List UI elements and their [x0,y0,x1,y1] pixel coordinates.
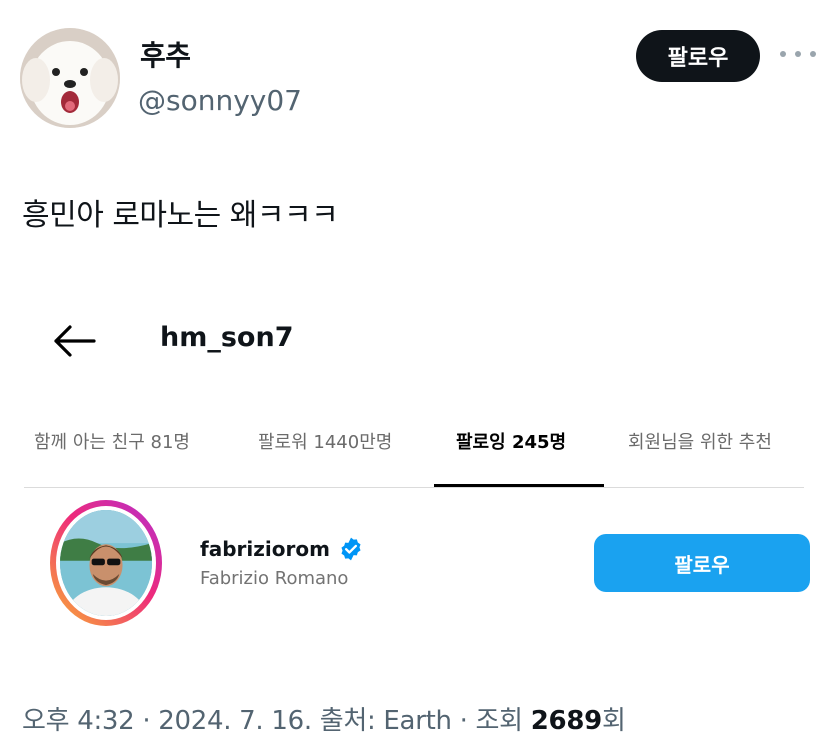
tab-suggested: 회원님을 위한 추천 [628,432,772,453]
follow-button[interactable]: 팔로우 [636,30,760,82]
timestamp-source: 오후 4:32 · 2024. 7. 16. 출처: Earth · 조회 [22,706,531,736]
story-ring [50,500,162,626]
account-follow-button[interactable]: 팔로우 [594,534,810,592]
embedded-profile-title: hm_son7 [160,322,294,353]
tab-followers: 팔로워 1440만명 [258,432,393,453]
arrow-left-icon [54,325,96,357]
embedded-screenshot[interactable]: hm_son7 함께 아는 친구 81명 팔로워 1440만명 팔로잉 245명… [24,300,814,670]
account-username[interactable]: fabriziorom [200,536,364,562]
tweet-text: 흥민아 로마노는 왜ㅋㅋㅋ [22,198,339,233]
profile-photo [60,510,152,616]
verified-badge-icon [341,537,361,561]
view-suffix: 회 [601,706,626,736]
tab-mutual-friends: 함께 아는 친구 81명 [34,432,190,453]
user-handle[interactable]: @sonnyy07 [138,84,302,117]
tab-following: 팔로잉 245명 [456,432,567,453]
dog-avatar-image [20,28,120,128]
display-name[interactable]: 후추 [140,34,191,74]
active-tab-indicator [434,484,604,487]
following-account-row: fabriziorom Fabrizio Romano 팔로우 [50,500,810,630]
tweet: 후추 @sonnyy07 팔로우 흥민아 로마노는 왜ㅋㅋㅋ hm_son7 함… [0,0,835,752]
account-full-name: Fabrizio Romano [200,568,349,589]
view-count: 2689 [530,706,602,736]
avatar[interactable] [20,28,120,128]
more-options-icon[interactable] [780,40,816,68]
tweet-meta: 오후 4:32 · 2024. 7. 16. 출처: Earth · 조회 26… [22,700,626,737]
profile-tabs: 함께 아는 친구 81명 팔로워 1440만명 팔로잉 245명 회원님을 위한… [24,420,804,488]
